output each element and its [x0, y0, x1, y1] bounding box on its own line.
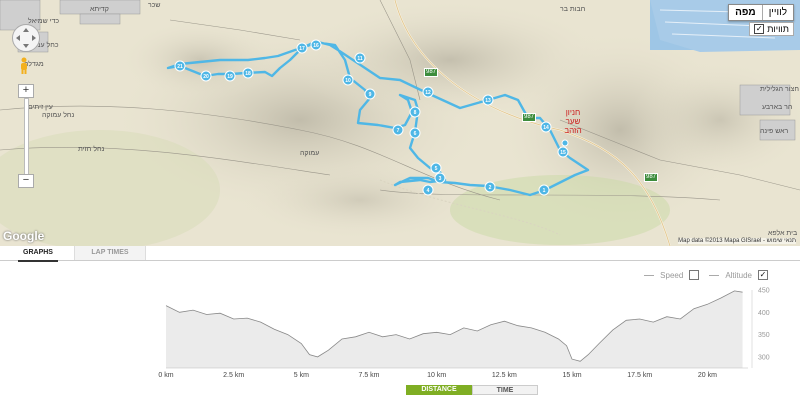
y-tick-label: 350: [758, 332, 770, 339]
route-marker[interactable]: 7: [392, 124, 404, 136]
route-marker[interactable]: 5: [430, 162, 442, 174]
route-marker-label: 6: [414, 131, 417, 137]
labels-checkbox[interactable]: ✓: [754, 24, 765, 34]
x-tick-label: 12.5 km: [492, 372, 517, 379]
route-marker[interactable]: 8: [409, 106, 421, 118]
x-tick-label: 17.5 km: [627, 372, 652, 379]
map-view[interactable]: עין זיתים מגדלה עמוקה נחל חזית קדיתא נחל…: [0, 0, 800, 246]
route-marker[interactable]: 9: [364, 88, 376, 100]
route-marker-label: 21: [177, 64, 183, 70]
tab-bar: GRAPHS LAP TIMES: [0, 246, 800, 262]
time-toggle-button[interactable]: TIME: [472, 385, 538, 395]
map-type-control: מפה לוויין: [728, 4, 794, 21]
street-view-pegman-icon[interactable]: [18, 57, 30, 75]
route-marker[interactable]: 11: [354, 52, 366, 64]
x-tick-label: 20 km: [698, 372, 717, 379]
route-marker-label: 15: [560, 150, 566, 156]
route-marker[interactable]: 13: [482, 94, 494, 106]
route-marker[interactable]: 14: [540, 121, 552, 133]
route-marker-label: 16: [313, 43, 319, 49]
google-logo: Google: [3, 229, 45, 243]
route-marker-label: 9: [369, 92, 372, 98]
speed-checkbox[interactable]: [689, 270, 700, 280]
route-marker[interactable]: 6: [409, 127, 421, 139]
route-marker-label: 17: [299, 46, 305, 52]
route-marker-label: 10: [345, 78, 351, 84]
zoom-slider[interactable]: [24, 98, 29, 176]
tab-graphs[interactable]: GRAPHS: [18, 246, 58, 262]
labels-toggle-label: תוויות: [767, 24, 789, 34]
route-marker[interactable]: 18: [242, 67, 254, 79]
route-marker-label: 11: [357, 56, 363, 62]
y-tick-label: 400: [758, 310, 770, 317]
map-type-satellite-button[interactable]: לוויין: [763, 5, 793, 20]
x-tick-label: 7.5 km: [359, 372, 380, 379]
tab-lap-times[interactable]: LAP TIMES: [74, 246, 146, 260]
route-marker[interactable]: 4: [422, 184, 434, 196]
map-type-map-button[interactable]: מפה: [729, 5, 763, 20]
route-marker-label: 8: [414, 110, 417, 116]
altitude-legend-swatch: [709, 274, 720, 276]
route-marker[interactable]: 21: [174, 60, 186, 72]
speed-legend-label: Speed: [660, 270, 684, 280]
route-marker-label: 7: [397, 128, 400, 134]
x-tick-label: 15 km: [563, 372, 582, 379]
route-marker[interactable]: 1: [538, 184, 550, 196]
distance-toggle-button[interactable]: DISTANCE: [406, 385, 472, 395]
altitude-area: [166, 290, 743, 368]
route-marker-label: 4: [427, 188, 430, 194]
pan-control[interactable]: [12, 24, 40, 52]
altitude-chart: 0 km 2.5 km 5 km 7.5 km 10 km 12.5 km 15 km 17.…: [158, 288, 770, 380]
x-tick-label: 5 km: [294, 372, 309, 379]
y-tick-label: 300: [758, 354, 770, 361]
route-marker[interactable]: 17: [296, 42, 308, 54]
route-marker[interactable]: 3: [434, 172, 446, 184]
x-tick-label: 2.5 km: [223, 372, 244, 379]
route-marker-label: 20: [203, 74, 209, 80]
route-marker[interactable]: 19: [224, 70, 236, 82]
pan-arrows-icon: [16, 28, 36, 48]
altitude-checkbox[interactable]: ✓: [758, 270, 768, 280]
map-attribution[interactable]: Map data ©2013 Mapa GISrael - תנאי שימוש: [678, 238, 796, 244]
route-marker[interactable]: 20: [200, 70, 212, 82]
route-marker-label: 13: [485, 98, 491, 104]
route-marker-label: 14: [543, 125, 549, 131]
route-marker-label: 2: [489, 185, 492, 191]
route-marker[interactable]: 10: [342, 74, 354, 86]
speed-legend-swatch: [644, 274, 655, 276]
zoom-in-button[interactable]: +: [18, 84, 34, 98]
route-marker[interactable]: 12: [422, 86, 434, 98]
x-tick-label: 10 km: [427, 372, 446, 379]
y-tick-label: 450: [758, 288, 770, 295]
route-marker-label: 18: [245, 71, 251, 77]
route-marker-label: 5: [435, 166, 438, 172]
altitude-legend-label: Altitude: [725, 270, 752, 280]
route-marker[interactable]: 2: [484, 181, 496, 193]
route-marker-label: 3: [439, 176, 442, 182]
route-marker[interactable]: 15: [557, 146, 569, 158]
zoom-out-button[interactable]: −: [18, 174, 34, 188]
x-axis-toggle: DISTANCE TIME: [406, 385, 538, 395]
chart-legend: Speed Altitude ✓: [644, 270, 768, 280]
route-marker-label: 12: [425, 90, 431, 96]
labels-toggle[interactable]: ✓ תוויות: [749, 22, 794, 36]
route-marker[interactable]: 16: [310, 39, 322, 51]
x-tick-label: 0 km: [158, 372, 173, 379]
route-marker-label: 1: [543, 188, 546, 194]
route-marker-label: 19: [227, 74, 233, 80]
